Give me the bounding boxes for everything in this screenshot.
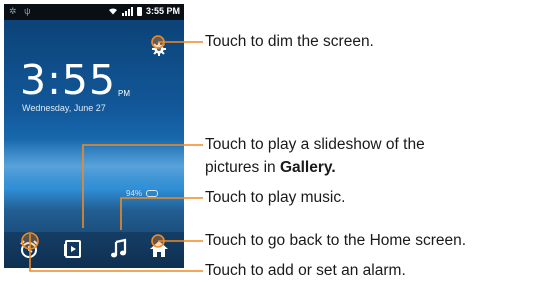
gallery-callout-prefix: pictures in xyxy=(205,159,280,176)
music-callout-label: Touch to play music. xyxy=(205,189,346,206)
gallery-callout-label-line2: pictures in Gallery. xyxy=(205,157,336,179)
gallery-callout-label-line1: Touch to play a slideshow of the xyxy=(205,136,425,153)
gallery-app-name: Gallery. xyxy=(279,159,336,176)
alarm-callout-line xyxy=(29,234,203,272)
home-callout-marker xyxy=(151,234,165,248)
music-callout-line xyxy=(120,197,203,230)
alarm-callout-label: Touch to add or set an alarm. xyxy=(205,262,406,279)
alarm-callout-marker xyxy=(21,232,39,250)
home-callout-label: Touch to go back to the Home screen. xyxy=(205,232,467,249)
dim-callout-marker xyxy=(151,35,165,49)
dim-callout-label: Touch to dim the screen. xyxy=(205,33,374,50)
gallery-callout-line xyxy=(82,144,203,228)
